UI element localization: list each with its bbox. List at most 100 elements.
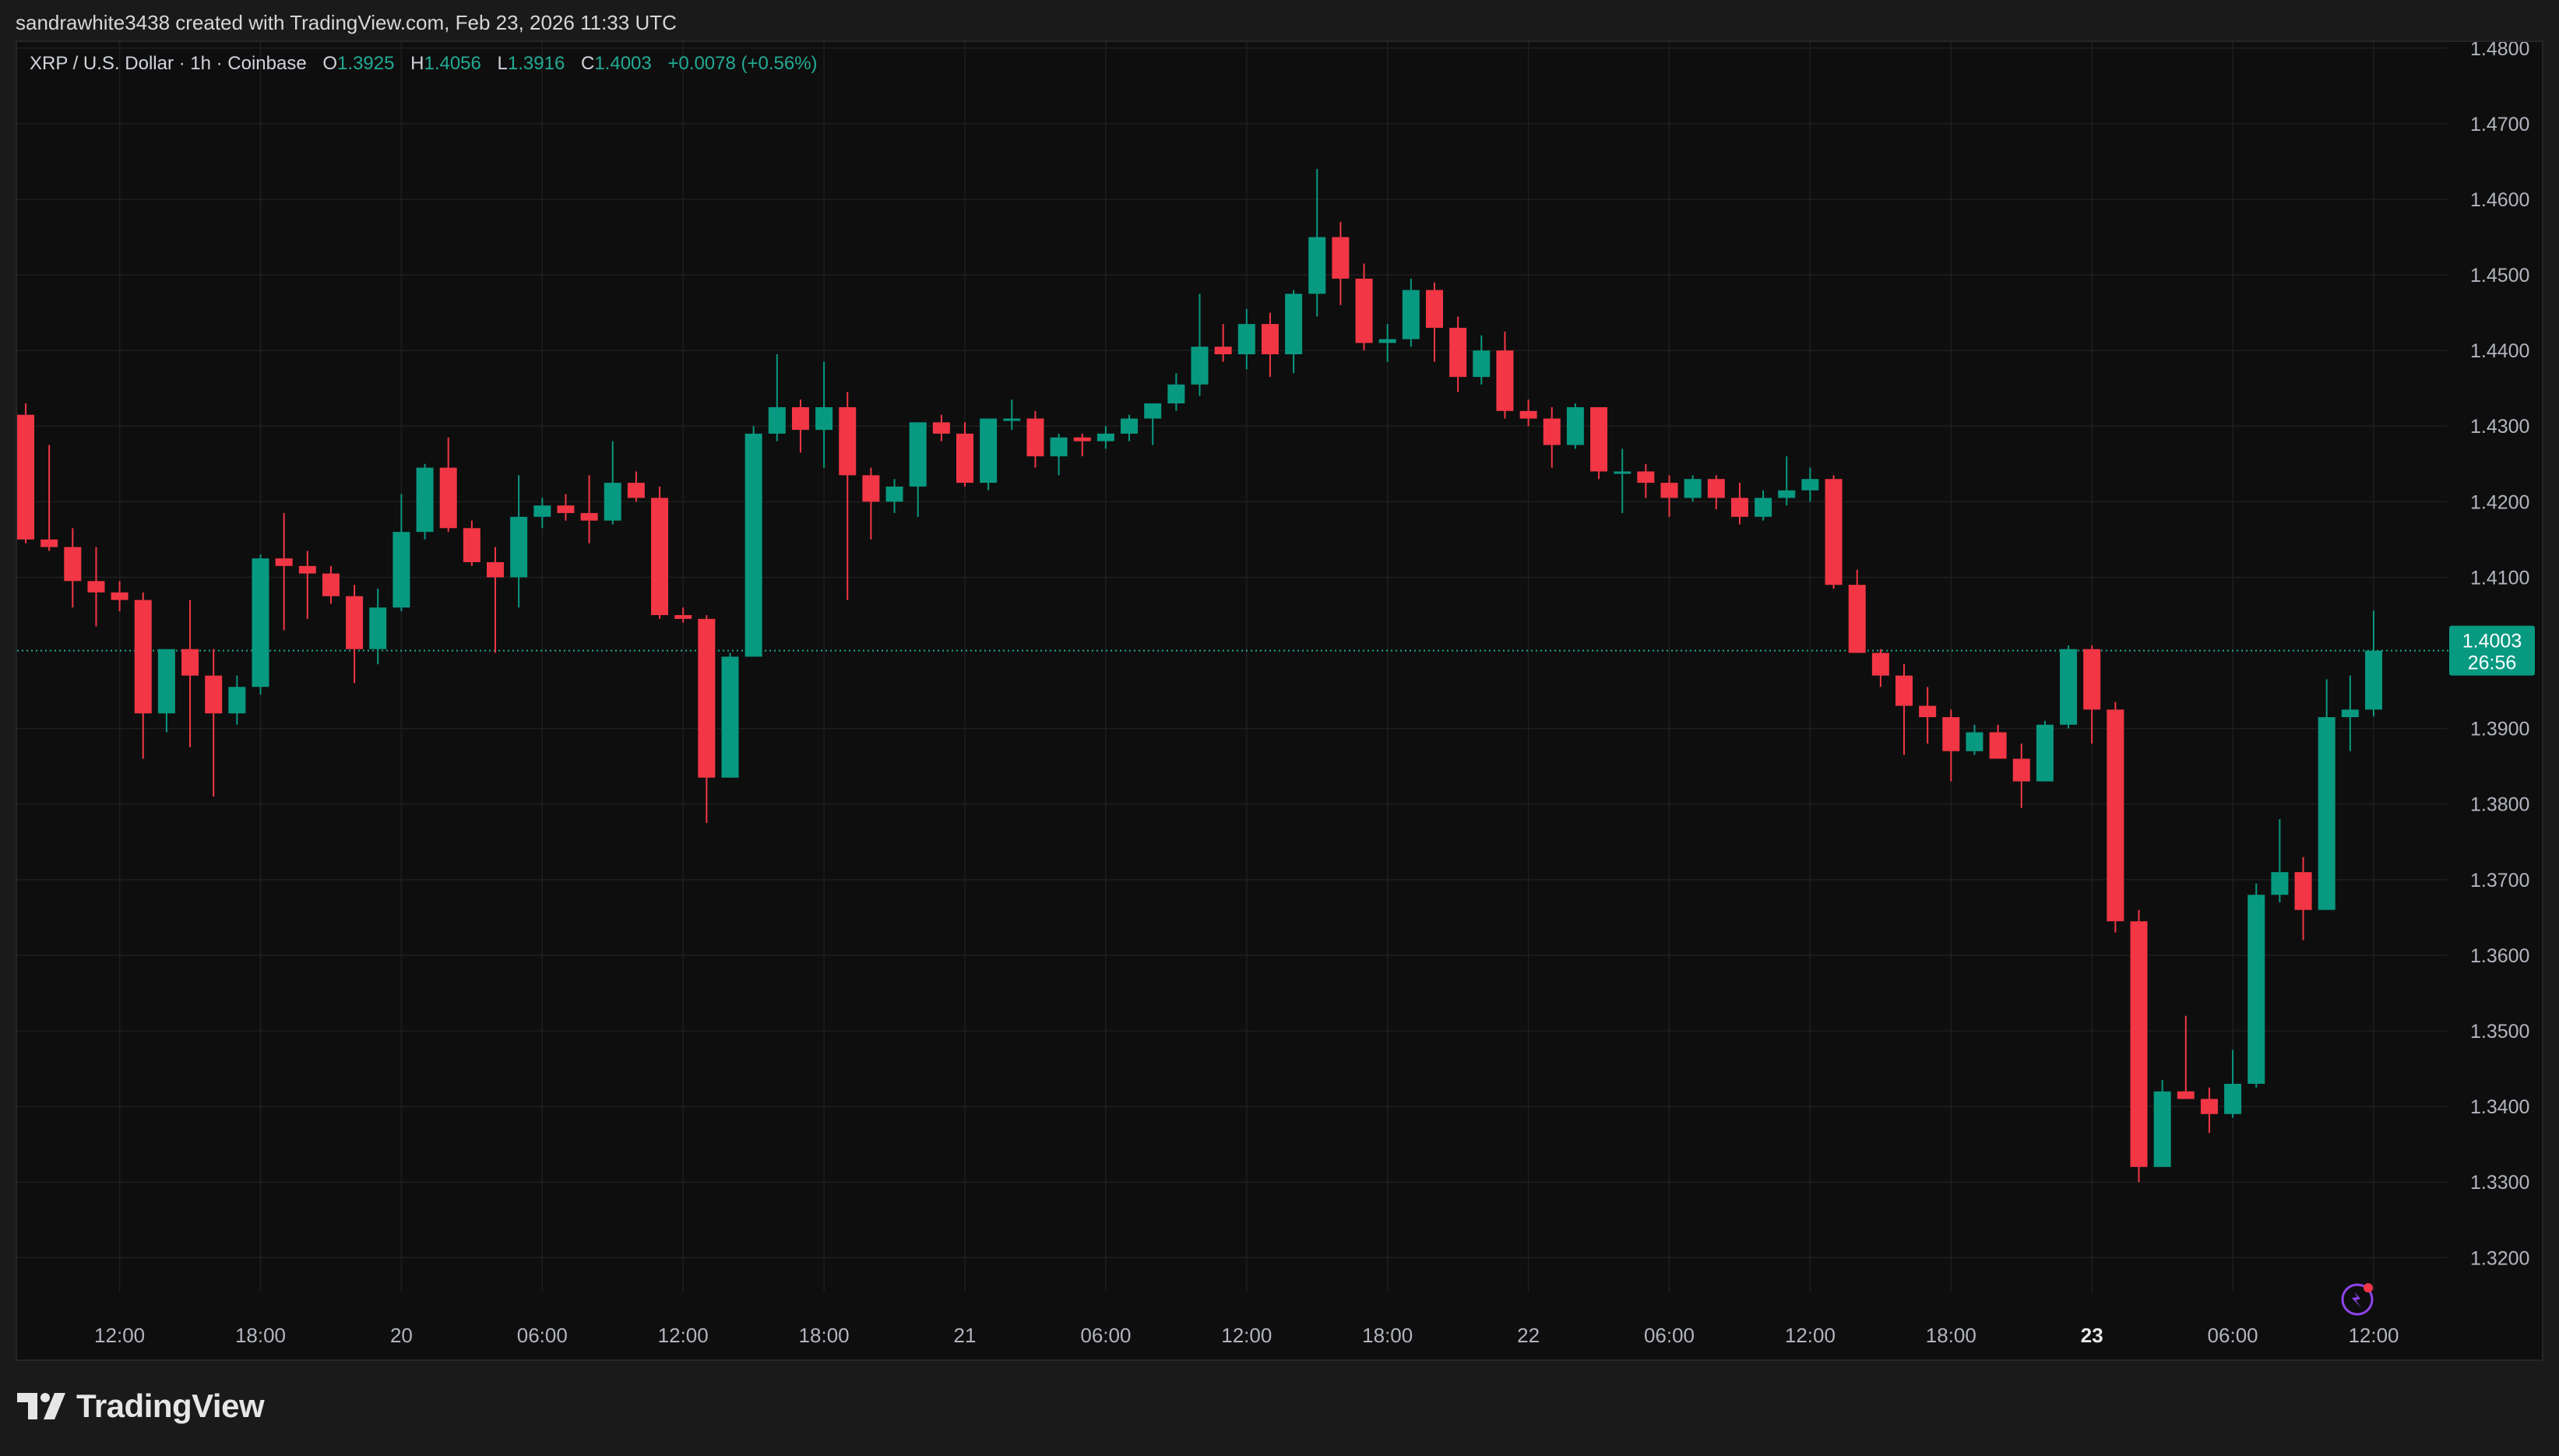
candle-body	[932, 422, 950, 434]
candle-body	[1355, 278, 1373, 343]
price-axis-label: 1.4100	[2470, 567, 2529, 589]
candle-body	[157, 649, 175, 714]
candle-body	[1942, 717, 1960, 751]
candle-body	[2036, 724, 2054, 782]
candle	[862, 467, 880, 540]
candle	[1073, 433, 1091, 457]
candle-body	[487, 562, 504, 578]
candle-body	[2060, 649, 2078, 725]
candle	[744, 426, 762, 657]
candle	[2130, 909, 2148, 1183]
replay-icon[interactable]	[2341, 1283, 2374, 1316]
time-axis-label: 18:00	[235, 1324, 286, 1347]
candle-body	[2012, 758, 2030, 782]
candle	[1167, 373, 1185, 411]
candle-body	[1825, 479, 1843, 586]
candle-body	[1167, 384, 1185, 404]
candle-body	[369, 607, 387, 649]
candle	[721, 652, 739, 778]
candle	[1730, 483, 1748, 525]
candle-body	[2271, 872, 2289, 895]
candle	[839, 392, 857, 600]
candle-body	[1566, 406, 1584, 445]
price-axis-label: 1.3400	[2470, 1096, 2529, 1118]
time-axis-label: 06:00	[1080, 1324, 1131, 1347]
candle	[1003, 399, 1021, 431]
candle	[2200, 1087, 2218, 1134]
candle	[2365, 610, 2382, 717]
candle	[627, 471, 645, 502]
candle-body	[17, 414, 34, 540]
time-axis-label: 06:00	[2208, 1324, 2258, 1347]
candle	[1825, 475, 1843, 589]
candle-body	[1426, 290, 1443, 329]
candle-body	[1237, 324, 1255, 355]
candle-body	[1707, 479, 1725, 498]
candle-body	[1637, 471, 1655, 484]
candle-body	[744, 433, 762, 657]
candle	[1848, 569, 1866, 653]
candle	[533, 498, 551, 529]
candle-body	[1801, 479, 1819, 491]
legend-open-value: 1.3925	[337, 53, 395, 74]
candle	[956, 422, 973, 487]
time-axis-label: 23	[2081, 1324, 2103, 1347]
candle-body	[1402, 290, 1420, 339]
chart-pane[interactable]: 1.4800 1.4700 1.4600 1.4500 1.4400 1.4300 1.42…	[16, 40, 2543, 1361]
candle	[275, 512, 293, 631]
candle-body	[439, 467, 457, 529]
candle	[40, 445, 58, 551]
candle	[1096, 426, 1114, 449]
candle-body	[205, 675, 223, 714]
candle	[2294, 856, 2312, 941]
time-axis-label: 06:00	[1644, 1324, 1695, 1347]
candle-body	[1871, 652, 1889, 676]
candle	[1684, 475, 1702, 502]
candle-body	[721, 656, 739, 778]
price-axis-label: 1.4500	[2470, 265, 2529, 287]
candle	[1942, 709, 1960, 782]
candle-body	[1519, 410, 1537, 419]
time-axis-label: 12:00	[94, 1324, 145, 1347]
tradingview-logo[interactable]: TradingView	[17, 1387, 265, 1425]
candle-body	[1730, 498, 1748, 517]
candle	[510, 475, 528, 608]
candle	[885, 479, 903, 513]
time-axis[interactable]: 12:00 18:00 20 06:00 12:00 18:00 21 06:00 12:00 1…	[94, 1324, 2399, 1347]
candle	[64, 528, 82, 608]
candle-body	[862, 475, 880, 502]
candle	[2107, 702, 2124, 933]
price-tag-value: 1.4003	[2462, 631, 2522, 652]
price-axis-label: 1.4200	[2470, 491, 2529, 513]
candle-body	[1191, 346, 1209, 385]
candle-body	[768, 406, 786, 434]
candle	[980, 418, 998, 491]
legend-low-value: 1.3916	[507, 53, 565, 74]
candle-body	[885, 486, 903, 502]
candle	[2060, 645, 2078, 729]
candle	[346, 585, 364, 684]
legend-close-label: C	[580, 53, 595, 74]
time-axis-label: 18:00	[799, 1324, 850, 1347]
legend-open-label: O	[322, 53, 338, 74]
legend-symbol[interactable]: XRP / U.S. Dollar · 1h · Coinbase	[30, 53, 307, 74]
candle	[134, 592, 152, 759]
candle-body	[1096, 433, 1114, 441]
candle-body	[533, 505, 551, 517]
candle-body	[651, 498, 669, 615]
candle-body	[40, 539, 58, 547]
candle	[1191, 294, 1209, 396]
candle-body	[1496, 350, 1514, 411]
time-axis-label: 06:00	[517, 1324, 568, 1347]
candle-body	[674, 614, 692, 619]
price-axis-label: 1.3700	[2470, 870, 2529, 892]
candle-body	[956, 433, 973, 484]
attribution-text: sandrawhite3438 created with TradingView…	[16, 11, 677, 34]
candle-body	[909, 422, 927, 487]
candle	[228, 675, 246, 725]
candle	[2247, 883, 2265, 1088]
candle-body	[1543, 418, 1561, 445]
candle-body	[1308, 237, 1326, 294]
candlestick-chart[interactable]: 1.4800 1.4700 1.4600 1.4500 1.4400 1.4300 1.42…	[17, 42, 2545, 1363]
candle	[1496, 331, 1514, 419]
